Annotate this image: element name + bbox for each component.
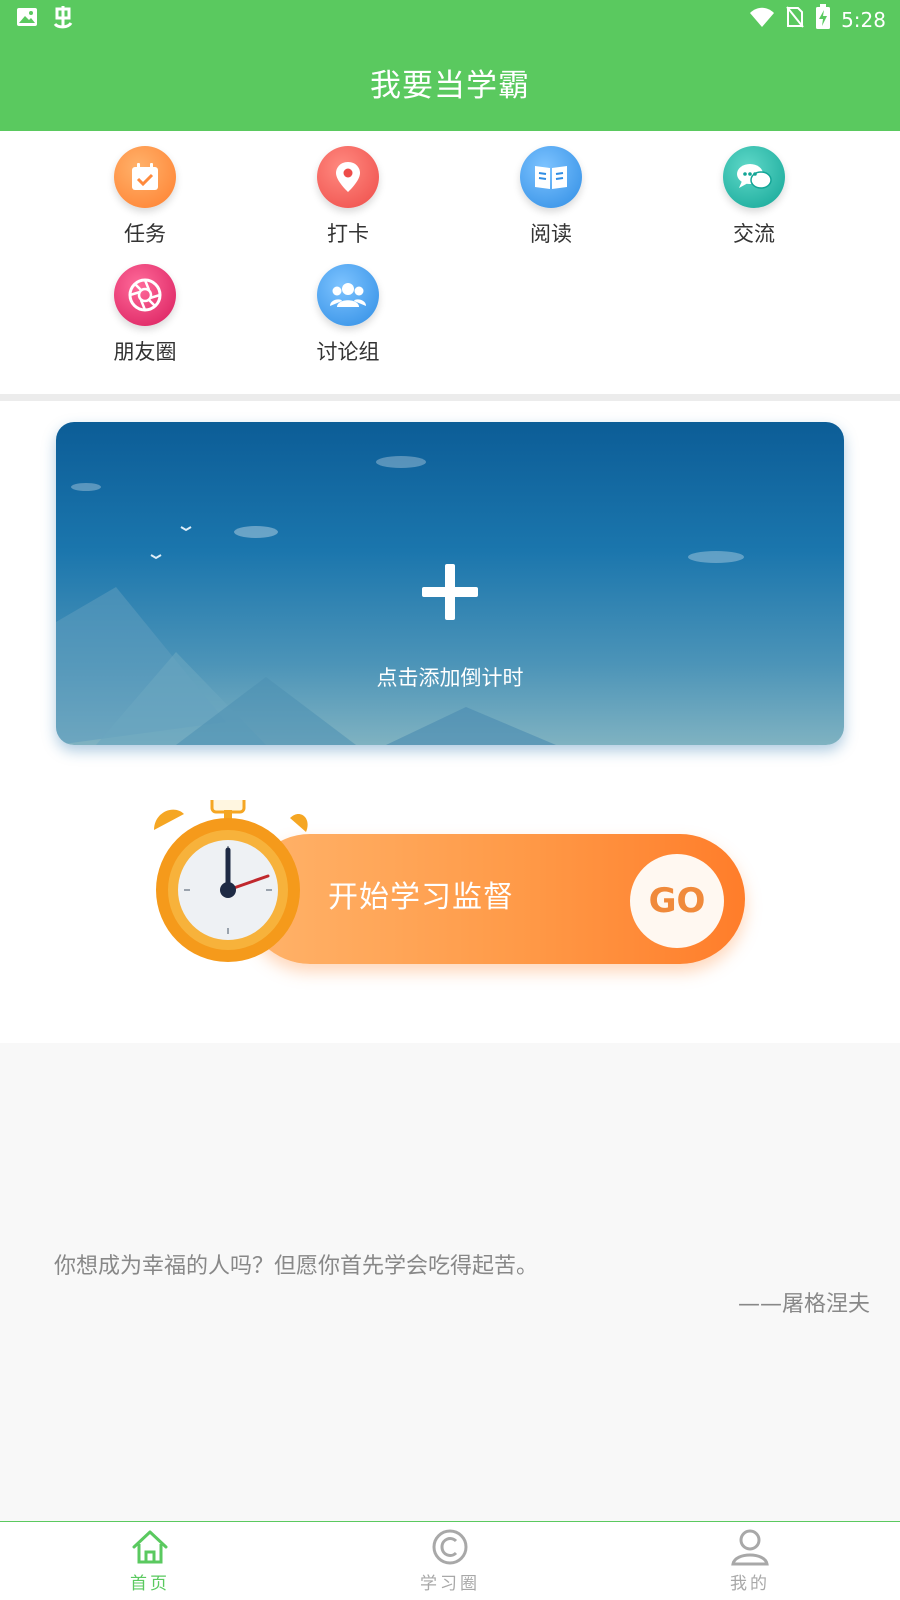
feature-label: 阅读 (530, 222, 572, 246)
countdown-card[interactable]: 点击添加倒计时 (56, 422, 844, 745)
quote-section: 你想成为幸福的人吗？但愿你首先学会吃得起苦。 ——屠格涅夫 (0, 1043, 900, 1522)
user-icon (730, 1527, 770, 1567)
study-supervision-button[interactable]: 开始学习监督 GO (150, 800, 750, 980)
calendar-check-icon (114, 146, 176, 208)
feature-label: 任务 (124, 222, 166, 246)
tab-label: 首页 (130, 1574, 170, 1594)
feature-discussion-group[interactable]: 讨论组 (283, 264, 413, 366)
book-icon (520, 146, 582, 208)
tab-label: 我的 (730, 1574, 770, 1594)
feature-moments[interactable]: 朋友圈 (80, 264, 210, 366)
add-icon (420, 562, 480, 622)
feature-label: 打卡 (327, 222, 369, 246)
top-bar: 5:28 我要当学霸 (0, 0, 900, 131)
chat-bubbles-icon (723, 146, 785, 208)
feature-task[interactable]: 任务 (80, 146, 210, 248)
tab-study-circle[interactable]: 学习圈 (390, 1522, 510, 1600)
tab-home[interactable]: 首页 (90, 1522, 210, 1600)
location-pin-icon (317, 146, 379, 208)
feature-reading[interactable]: 阅读 (486, 146, 616, 248)
alarm-clock-icon (154, 800, 308, 962)
aperture-icon (114, 264, 176, 326)
bug-icon (50, 4, 76, 34)
image-icon (16, 6, 38, 32)
feature-label: 讨论组 (316, 340, 380, 364)
section-divider (0, 394, 900, 401)
feature-label: 朋友圈 (113, 340, 177, 364)
tab-mine[interactable]: 我的 (690, 1522, 810, 1600)
study-label: 开始学习监督 (328, 880, 514, 915)
copyright-circle-icon (430, 1527, 470, 1567)
page-title: 我要当学霸 (370, 68, 530, 104)
countdown-label: 点击添加倒计时 (376, 666, 524, 690)
battery-charging-icon (815, 4, 831, 35)
go-button[interactable]: GO (630, 854, 724, 948)
tab-label: 学习圈 (420, 1574, 480, 1594)
home-icon (130, 1527, 170, 1567)
quote-author: ——屠格涅夫 (737, 1292, 870, 1317)
status-time: 5:28 (841, 7, 886, 32)
wifi-icon (749, 6, 775, 33)
feature-exchange[interactable]: 交流 (689, 146, 819, 248)
no-sim-icon (785, 5, 805, 34)
bottom-nav: 首页 学习圈 我的 (0, 1521, 900, 1600)
status-bar: 5:28 (0, 0, 900, 38)
feature-checkin[interactable]: 打卡 (283, 146, 413, 248)
group-icon (317, 264, 379, 326)
quote-text: 你想成为幸福的人吗？但愿你首先学会吃得起苦。 (54, 1254, 539, 1279)
feature-grid: 任务 打卡 阅读 交流 朋友圈 讨论组 (0, 131, 900, 394)
feature-label: 交流 (733, 222, 775, 246)
